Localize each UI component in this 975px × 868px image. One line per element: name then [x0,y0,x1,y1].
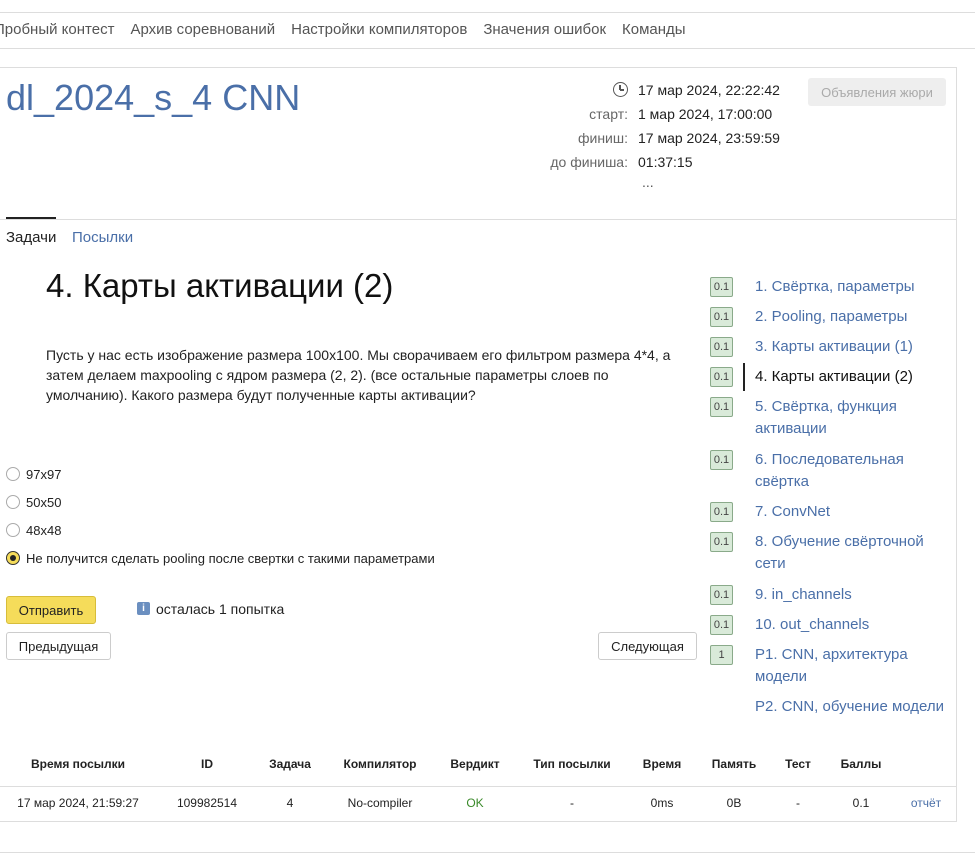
col-header-compiler: Компилятор [343,757,417,771]
nav-trial-contest[interactable]: Пробный контест [0,20,114,42]
attempts-remaining: осталась 1 попытка [156,601,285,617]
score-badge: 0.1 [710,615,733,635]
remaining-label: до финиша: [550,154,628,170]
previous-button[interactable]: Предыдущая [6,632,111,660]
nav-competition-archive[interactable]: Архив соревнований [130,20,275,42]
score-badge: 0.1 [710,502,733,522]
cell-memory: 0B [726,796,742,810]
finish-time: 17 мар 2024, 23:59:59 [638,130,780,146]
answer-option[interactable]: 97x97 [6,465,61,483]
answer-option-label: 50x50 [26,494,62,510]
col-header-runtime: Время [642,757,682,771]
radio-button[interactable] [6,495,20,509]
answer-option-label: 97x97 [26,466,62,482]
radio-button[interactable] [6,523,20,537]
cell-score: 0.1 [852,796,870,810]
radio-button[interactable] [6,467,20,481]
contest-title: dl_2024_s_4 CNN [6,77,301,118]
tab-submissions[interactable]: Посылки [72,228,133,248]
tabs-divider [0,219,957,220]
cell-compiler: No-compiler [347,796,413,810]
col-header-test: Тест [785,757,811,771]
problem-link[interactable]: 6. Последовательная свёртка [755,449,945,493]
problem-link[interactable]: 5. Свёртка, функция активации [755,396,945,440]
score-badge: 0.1 [710,367,733,387]
problem-link[interactable]: 10. out_channels [755,614,945,636]
cell-task: 4 [286,796,294,810]
finish-label: финиш: [577,130,628,146]
nav-compiler-settings[interactable]: Настройки компиляторов [291,20,467,42]
score-badge: 0.1 [710,532,733,552]
answer-option-label: Не получится сделать pooling после сверт… [26,550,435,566]
col-header-task: Задача [269,757,311,771]
problem-link-current[interactable]: 4. Карты активации (2) [755,366,945,388]
score-badge: 1 [710,645,733,665]
top-divider [0,12,975,13]
col-header-memory: Память [711,757,757,771]
nav-error-values[interactable]: Значения ошибок [483,20,606,42]
cell-runtime: 0ms [650,796,674,810]
more-link[interactable]: ... [642,174,654,190]
jury-announcements-button[interactable]: Объявления жюри [808,78,946,106]
cell-type: - [570,796,574,810]
active-problem-indicator [743,363,745,391]
col-header-time: Время посылки [30,757,126,771]
bottom-divider [0,852,975,853]
start-time: 1 мар 2024, 17:00:00 [638,106,773,122]
current-time: 17 мар 2024, 22:22:42 [638,82,780,98]
cell-test: - [796,796,800,810]
table-divider [0,786,957,787]
score-badge: 0.1 [710,397,733,417]
cell-time: 17 мар 2024, 21:59:27 [17,796,139,810]
problem-link[interactable]: 3. Карты активации (1) [755,336,945,358]
answer-option[interactable]: 48x48 [6,521,61,539]
cell-id: 109982514 [176,796,238,810]
problem-statement: Пусть у нас есть изображение размера 100… [46,347,671,403]
col-header-id: ID [201,757,213,771]
score-badge: 0.1 [710,450,733,470]
col-header-verdict: Вердикт [450,757,500,771]
score-badge: 0.1 [710,585,733,605]
next-button[interactable]: Следующая [598,632,697,660]
cell-verdict: OK [466,796,484,810]
radio-button-checked[interactable] [6,551,20,565]
score-badge: 0.1 [710,307,733,327]
problem-link[interactable]: P1. CNN, архитектура модели [755,644,945,688]
info-icon: i [137,602,150,615]
score-badge: 0.1 [710,337,733,357]
problem-title: 4. Карты активации (2) [46,267,394,304]
active-tab-indicator [6,217,56,219]
answer-option-label: 48x48 [26,522,62,538]
start-label: старт: [589,106,628,122]
problem-link[interactable]: 7. ConvNet [755,501,945,523]
top-navigation: Пробный контест Архив соревнований Настр… [0,20,702,42]
problem-link[interactable]: 2. Pooling, параметры [755,306,945,328]
tab-tasks[interactable]: Задачи [6,228,56,248]
submit-button[interactable]: Отправить [6,596,96,624]
answer-option[interactable]: 50x50 [6,493,61,511]
score-badge: 0.1 [710,277,733,297]
nav-divider [0,48,975,49]
problem-link[interactable]: 8. Обучение свёрточной сети [755,531,945,575]
col-header-type: Тип посылки [533,757,611,771]
nav-teams[interactable]: Команды [622,20,686,42]
problem-link[interactable]: P2. CNN, обучение модели [755,696,945,718]
col-header-score: Баллы [840,757,882,771]
problem-link[interactable]: 9. in_channels [755,584,945,606]
remaining-time: 01:37:15 [638,154,693,170]
report-link[interactable]: отчёт [911,796,941,810]
clock-icon [613,82,628,97]
answer-option-selected[interactable]: Не получится сделать pooling после сверт… [6,549,435,567]
problem-link[interactable]: 1. Свёртка, параметры [755,276,945,298]
